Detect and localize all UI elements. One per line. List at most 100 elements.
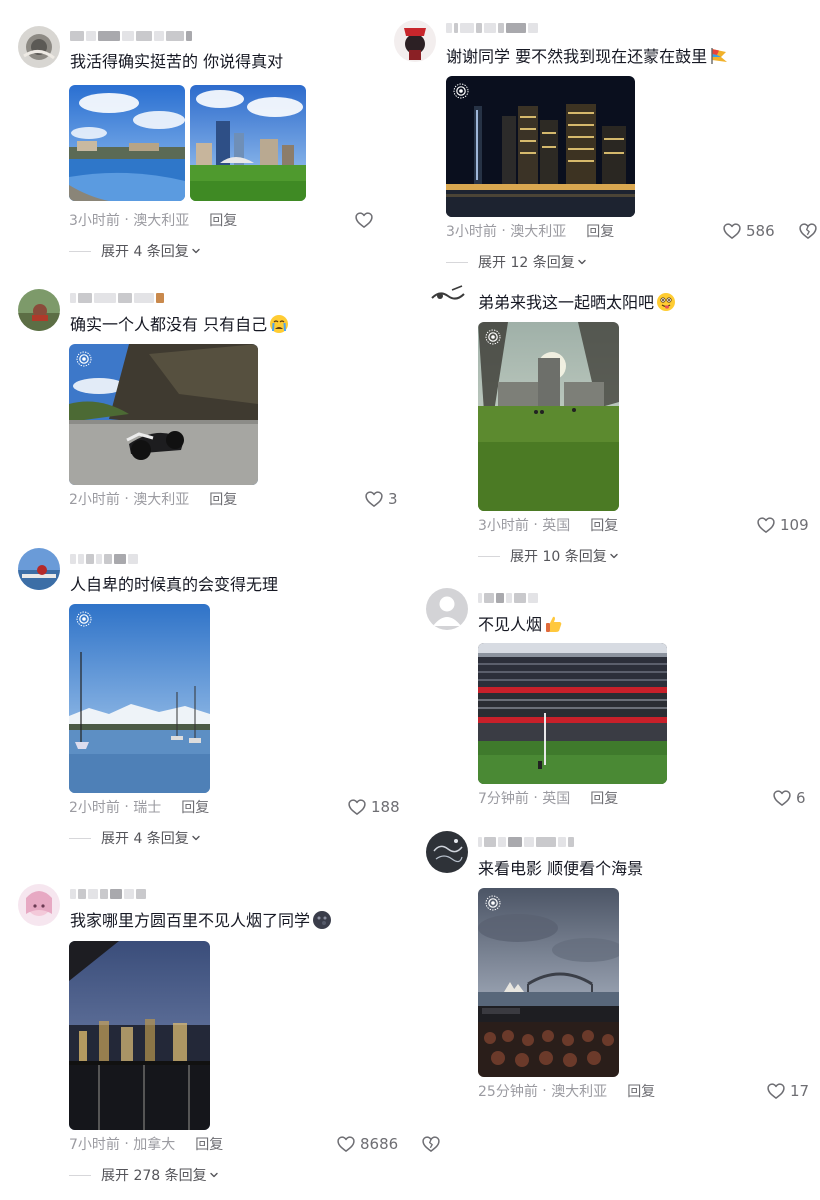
tongue-face-emoji — [656, 292, 676, 312]
like-count: 188 — [371, 798, 400, 816]
comment-location: 澳大利亚 — [510, 224, 567, 240]
username-blurred[interactable] — [446, 22, 538, 34]
heart-outline-icon — [354, 210, 374, 230]
like-count: 17 — [790, 1082, 810, 1100]
avatar[interactable] — [18, 548, 60, 590]
comment-text: 谢谢同学 要不然我到现在还蒙在鼓里 — [446, 46, 729, 68]
comment-photo-night-skyline[interactable] — [446, 76, 635, 217]
username-blurred[interactable] — [478, 592, 538, 604]
like-count: 109 — [780, 516, 809, 534]
avatar[interactable] — [18, 26, 60, 68]
comment-text: 不见人烟 — [478, 614, 564, 636]
dark-moon-face-emoji — [312, 910, 332, 930]
expand-replies-label: 展开 4 条回复 — [101, 244, 189, 260]
heart-outline-icon — [722, 221, 742, 241]
expand-replies[interactable]: 展开 4 条回复 — [69, 828, 201, 848]
reply-button[interactable]: 回复 — [590, 788, 618, 808]
expand-replies-label: 展开 10 条回复 — [510, 549, 607, 565]
comment-photo-river[interactable] — [69, 85, 185, 201]
comment-photo-city-balcony[interactable] — [69, 941, 210, 1130]
live-photo-icon — [485, 329, 501, 345]
avatar[interactable] — [18, 289, 60, 331]
like-button[interactable]: 17 — [766, 1080, 809, 1102]
comment-photo-harbour[interactable] — [478, 888, 619, 1077]
live-photo-icon — [453, 83, 469, 99]
avatar[interactable] — [426, 831, 468, 873]
comment-time: 2小时前 — [69, 492, 120, 508]
reply-button[interactable]: 回复 — [209, 210, 237, 230]
live-photo-icon — [485, 895, 501, 911]
expand-replies[interactable]: 展开 10 条回复 — [478, 546, 619, 566]
reply-button[interactable]: 回复 — [209, 489, 237, 509]
reply-button[interactable]: 回复 — [195, 1134, 223, 1154]
divider — [478, 555, 500, 557]
comment-meta: 2小时前 · 澳大利亚 回复 — [69, 489, 237, 509]
username-blurred[interactable] — [70, 888, 146, 900]
comment-photo-park-sun[interactable] — [478, 322, 619, 511]
chevron-down-icon — [209, 1170, 219, 1180]
chevron-down-icon — [191, 833, 201, 843]
meta-separator: · — [124, 212, 129, 228]
username-blurred[interactable] — [70, 30, 192, 42]
comment-photo-lake[interactable] — [69, 604, 210, 793]
like-button[interactable]: 3 — [364, 488, 398, 510]
expand-replies[interactable]: 展开 4 条回复 — [69, 241, 201, 261]
live-photo-icon — [76, 611, 92, 627]
comment-location: 加拿大 — [133, 1137, 176, 1153]
like-count: 3 — [388, 490, 398, 508]
avatar[interactable] — [394, 20, 436, 62]
comment-location: 澳大利亚 — [133, 213, 190, 229]
meta-separator: · — [533, 790, 538, 806]
username-blurred[interactable] — [70, 553, 138, 565]
reply-button[interactable]: 回复 — [590, 515, 618, 535]
comment-meta: 2小时前 · 瑞士 回复 — [69, 797, 209, 817]
broken-heart-icon[interactable] — [421, 1134, 441, 1154]
comment-text: 人自卑的时候真的会变得无理 — [70, 575, 279, 594]
expand-replies[interactable]: 展开 278 条回复 — [69, 1165, 219, 1185]
chevron-down-icon — [609, 551, 619, 561]
meta-separator: · — [124, 491, 129, 507]
comment-location: 澳大利亚 — [551, 1084, 608, 1100]
comment-text: 我活得确实挺苦的 你说得真对 — [70, 52, 284, 71]
comment-photo-motorcycle[interactable] — [69, 344, 258, 485]
heart-outline-icon — [756, 515, 776, 535]
chevron-down-icon — [191, 246, 201, 256]
avatar[interactable] — [18, 884, 60, 926]
like-button[interactable] — [354, 209, 374, 231]
comment-meta: 3小时前 · 澳大利亚 回复 — [69, 210, 237, 230]
broken-heart-icon[interactable] — [798, 221, 818, 241]
username-blurred[interactable] — [70, 292, 164, 304]
like-button[interactable]: 109 — [756, 514, 809, 536]
avatar[interactable] — [426, 276, 468, 318]
comment-location: 瑞士 — [133, 800, 162, 816]
comment-text: 确实一个人都没有 只有自己 — [70, 314, 289, 336]
divider — [69, 1174, 91, 1176]
meta-separator: · — [533, 517, 538, 533]
comment-meta: 25分钟前 · 澳大利亚 回复 — [478, 1081, 655, 1101]
comment-location: 英国 — [542, 518, 571, 534]
username-blurred[interactable] — [478, 836, 574, 848]
like-count: 6 — [796, 789, 806, 807]
like-button[interactable]: 8686 — [336, 1133, 398, 1155]
comment-time: 7分钟前 — [478, 791, 529, 807]
reply-button[interactable]: 回复 — [586, 221, 614, 241]
divider — [446, 261, 468, 263]
comment-photo-park[interactable] — [190, 85, 306, 201]
thumbs-up-emoji — [544, 614, 564, 634]
comment-meta: 3小时前 · 英国 回复 — [478, 515, 618, 535]
chevron-down-icon — [577, 257, 587, 267]
expand-replies-label: 展开 12 条回复 — [478, 255, 575, 271]
like-button[interactable]: 6 — [772, 787, 806, 809]
reply-button[interactable]: 回复 — [627, 1081, 655, 1101]
comment-location: 英国 — [542, 791, 571, 807]
like-button[interactable]: 188 — [347, 796, 400, 818]
comment-photo-stadium[interactable] — [478, 643, 667, 784]
meta-separator: · — [542, 1083, 547, 1099]
meta-separator: · — [501, 223, 506, 239]
reply-button[interactable]: 回复 — [181, 797, 209, 817]
avatar[interactable] — [426, 588, 468, 630]
comment-text: 弟弟来我这一起晒太阳吧 — [478, 292, 676, 314]
expand-replies[interactable]: 展开 12 条回复 — [446, 252, 587, 272]
comment-text: 来看电影 顺便看个海景 — [478, 859, 644, 878]
like-button[interactable]: 586 — [722, 220, 775, 242]
